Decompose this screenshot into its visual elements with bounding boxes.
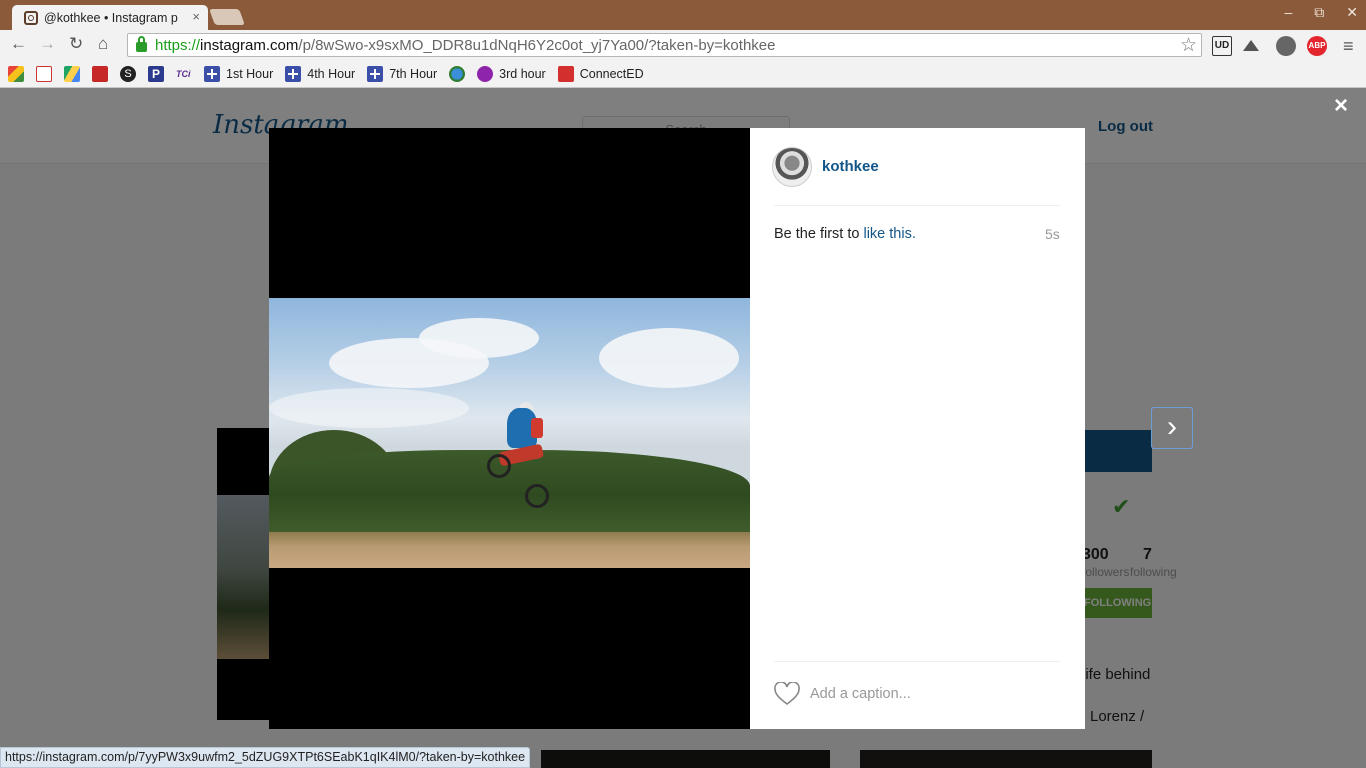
mcgraw-hill-icon [557,65,574,82]
bookmark-7th-hour[interactable]: 7th Hour [367,65,437,82]
caption-input[interactable] [810,681,1050,707]
drive-extension-icon[interactable] [1243,40,1259,51]
post-timestamp: 5s [1045,226,1060,242]
contacts-icon[interactable] [92,65,108,82]
tab-bar: @kothkee • Instagram p × – ⧉ ✕ [0,0,1366,30]
reload-icon[interactable]: ↻ [69,34,83,54]
p-bookmark-icon[interactable]: P [148,65,164,82]
s-bookmark-icon[interactable]: S [120,65,136,82]
window-controls: – ⧉ ✕ [1284,4,1358,21]
forward-arrow-icon[interactable]: → [39,34,56,54]
bookmarks-bar: S P TCi 1st Hour 4th Hour 7th Hour 3rd h… [0,60,1366,88]
post-media[interactable] [269,128,750,729]
avatar[interactable] [772,147,812,187]
close-modal-icon[interactable]: × [1334,92,1348,120]
apps-icon[interactable] [8,65,24,82]
gmail-icon[interactable] [36,65,52,82]
status-bar-url: https://instagram.com/p/7yyPW3x9uwfm2_5d… [0,747,531,768]
divider [774,661,1060,662]
class-grid-icon [367,65,384,82]
divider [774,205,1060,206]
browser-toolbar: ← → ↻ ⌂ https://instagram.com/p/8wSwo-x9… [0,30,1366,60]
google-drive-icon[interactable] [64,65,80,82]
purple-circle-icon [477,65,494,82]
post-username[interactable]: kothkee [822,158,879,175]
close-window-button[interactable]: ✕ [1346,4,1358,21]
lock-icon [136,36,147,52]
minimize-button[interactable]: – [1284,4,1292,21]
bookmark-3rd-hour[interactable]: 3rd hour [477,65,546,82]
bookmark-1st-hour[interactable]: 1st Hour [204,65,273,82]
tab-instagram[interactable]: @kothkee • Instagram p × [12,5,208,30]
bookmark-4th-hour[interactable]: 4th Hour [285,65,355,82]
next-post-arrow-icon[interactable]: › [1151,407,1193,449]
adblock-extension-icon[interactable]: ABP [1307,36,1327,56]
class-grid-icon [285,65,302,82]
motocross-photo [269,298,750,568]
like-link[interactable]: like this. [863,226,915,242]
url-text: https://instagram.com/p/8wSwo-x9sxMO_DDR… [155,36,776,54]
bookmark-star-icon[interactable]: ☆ [1180,34,1197,57]
address-bar[interactable]: https://instagram.com/p/8wSwo-x9sxMO_DDR… [127,33,1202,57]
chrome-menu-icon[interactable]: ≡ [1343,36,1354,57]
new-tab-button[interactable] [209,9,245,25]
restore-button[interactable]: ⧉ [1314,4,1324,21]
globe-icon[interactable] [449,65,466,82]
back-arrow-icon[interactable]: ← [10,34,27,54]
skull-extension-icon[interactable] [1276,36,1296,56]
post-detail-panel: kothkee Be the first to like this. 5s [750,128,1085,729]
class-grid-icon [204,65,220,82]
bookmark-connected[interactable]: ConnectED [557,65,644,82]
home-icon[interactable]: ⌂ [98,34,108,54]
ublock-extension-icon[interactable]: UD [1212,36,1232,56]
heart-icon[interactable] [774,682,800,706]
tci-icon[interactable]: TCi [176,66,192,82]
instagram-favicon-icon [24,10,38,25]
likes-text: Be the first to like this. [774,226,916,242]
tab-title: @kothkee • Instagram p [44,10,178,25]
tab-close-icon[interactable]: × [192,9,200,24]
